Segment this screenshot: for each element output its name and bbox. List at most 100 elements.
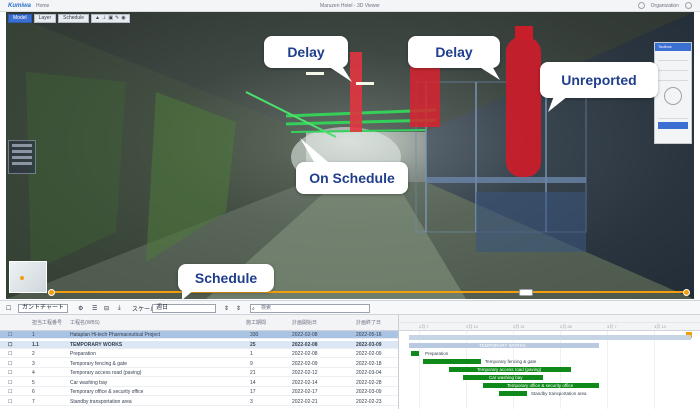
filter-icon[interactable]: ⚙ (78, 304, 83, 313)
row-start: 2022-02-09 (292, 360, 318, 367)
bar-fencing[interactable] (423, 359, 481, 364)
row-checkbox[interactable]: ☐ (8, 389, 12, 395)
row-days: 330 (250, 332, 259, 338)
view-select[interactable]: ガントチャート (18, 304, 68, 313)
row-end: 2022-05-16 (356, 332, 382, 338)
apply-button[interactable] (658, 122, 688, 129)
red-pipe-left (350, 52, 362, 132)
col-header-name[interactable]: 工程名(WBS) (70, 319, 100, 326)
row-checkbox[interactable]: ☐ (8, 351, 12, 357)
app-window: Kumiwa Home Maruzen Hotel - 3D Viewer Or… (0, 0, 700, 409)
section-tool-icon[interactable]: ▣ (108, 15, 113, 22)
gantt-row[interactable]: ☐ 1.1 TEMPORARY WORKS 25 2022-02-08 2022-03-0… (0, 340, 398, 349)
point-cloud-scene (6, 12, 694, 299)
row-id: 4 (32, 370, 35, 376)
search-icon: ⌕ (252, 305, 255, 312)
navigation-dial-icon[interactable] (664, 87, 682, 105)
row-checkbox[interactable]: ☐ (8, 361, 12, 367)
user-avatar-icon[interactable] (685, 2, 692, 9)
camera-icon[interactable]: ◉ (121, 15, 125, 22)
gantt-row[interactable]: ☐ 2 Preparation 1 2022-02-08 2022-02-09 (0, 350, 398, 358)
bar-temporary-works[interactable]: TEMPORARY WORKS (409, 343, 599, 348)
collapse-icon[interactable]: ⊟ (104, 304, 109, 313)
search-input[interactable]: 検索 (250, 304, 370, 313)
setting-row[interactable] (658, 53, 688, 61)
gantt-row[interactable]: ☐ 5 Car washing bay 14 2022-02-14 2022-02-28 (0, 379, 398, 387)
callout-text: Unreported (561, 72, 637, 88)
row-name: Temporary fencing & gate (70, 360, 127, 367)
week-row: 2月 7 2月 14 2月 21 2月 28 3月 7 3月 14 (399, 323, 700, 331)
blue-equipment (476, 192, 586, 252)
gantt-row[interactable]: ☐ 7 Standby transportation area 3 2022-02-21… (0, 398, 398, 406)
timeline-end-knob[interactable] (683, 289, 690, 296)
on-schedule-callout: On Schedule (296, 138, 408, 194)
setting-row[interactable] (658, 63, 688, 71)
row-days: 9 (250, 360, 253, 367)
platform-deck (426, 177, 586, 183)
row-days: 25 (250, 341, 256, 348)
select-tool-icon[interactable]: ▲ (95, 15, 100, 22)
model-tab[interactable]: Model (8, 14, 32, 23)
scale-select[interactable]: 週日 (152, 304, 216, 313)
bar-project[interactable] (409, 335, 691, 340)
week-label: 2月 28 (560, 324, 572, 329)
3d-viewport[interactable]: Model Layer Schedule ▲ ⊥ ▣ ✎ ◉ Toolbox D… (6, 12, 694, 299)
bar-temp-office[interactable]: Temporary office & security office (483, 383, 599, 388)
row-start: 2022-02-21 (292, 398, 318, 405)
row-name: Temporary access road (paving) (70, 370, 142, 376)
gantt-row[interactable]: ☐ 3 Temporary fencing & gate 9 2022-02-09 202… (0, 360, 398, 368)
home-menu[interactable]: Home (36, 3, 49, 9)
pen-tool-icon[interactable]: ✎ (115, 15, 119, 22)
download-icon[interactable]: ⤓ (118, 304, 121, 313)
callout-pointer (548, 96, 568, 112)
fit-stepper-icon[interactable]: ⇕ (236, 304, 241, 313)
measure-tool-icon[interactable]: ⊥ (102, 15, 106, 22)
row-checkbox[interactable]: ☐ (8, 380, 12, 386)
row-days: 21 (250, 370, 256, 376)
gantt-row[interactable]: ☐ 1 Hataplan Hi-tech Pharmaceutical Projec… (0, 331, 398, 339)
organization-label[interactable]: Organization (651, 3, 679, 9)
settings-icon[interactable]: ☰ (92, 304, 97, 313)
panel-toggle-icon[interactable]: ☐ (6, 304, 11, 313)
month-row (399, 315, 700, 323)
col-header-end[interactable]: 計画終了日 (356, 319, 381, 326)
callout-pointer (328, 66, 352, 82)
row-checkbox[interactable]: ☐ (8, 342, 12, 348)
row-days: 3 (250, 398, 253, 405)
row-name: Standby transportation area (70, 398, 132, 405)
zoom-stepper-icon[interactable]: ⇕ (224, 304, 229, 313)
row-checkbox[interactable]: ☐ (8, 370, 12, 376)
callout-text: Delay (435, 44, 473, 60)
bar-access-road[interactable]: Temporary access road (paving) (449, 367, 571, 372)
bar-preparation[interactable] (411, 351, 419, 356)
gantt-row[interactable]: ☐ 6 Temporary office & security office 17 20… (0, 388, 398, 396)
scale-select-value[interactable]: 週日 (152, 304, 216, 313)
schedule-tab[interactable]: Schedule (58, 14, 89, 23)
row-start: 2022-02-08 (292, 341, 318, 348)
view-select-value[interactable]: ガントチャート (18, 304, 68, 313)
layer-tab[interactable]: Layer (33, 14, 57, 23)
row-checkbox[interactable]: ☐ (8, 332, 12, 338)
setting-row[interactable] (658, 111, 688, 119)
row-id: 6 (32, 389, 35, 395)
bar-car-washing[interactable]: Car washing bay (463, 375, 543, 380)
layer-legend-panel[interactable] (8, 140, 36, 174)
gantt-timeline[interactable]: 2月 7 2月 14 2月 21 2月 28 3月 7 3月 14 TEMPORARY W… (398, 315, 700, 409)
timeline-current-marker[interactable] (519, 289, 533, 296)
col-header-id[interactable]: 担当工程番号 (32, 319, 62, 326)
top-right-controls: Organization (637, 2, 692, 9)
gantt-row[interactable]: ☐ 4 Temporary access road (paving) 21 2022-0… (0, 369, 398, 377)
row-checkbox[interactable]: ☐ (8, 399, 12, 405)
bar-standby[interactable] (499, 391, 527, 396)
timeline-start-knob[interactable] (48, 289, 55, 296)
week-label: 3月 7 (607, 324, 617, 329)
minimap[interactable] (9, 261, 47, 293)
window-title: Maruzen Hotel - 3D Viewer (320, 3, 380, 9)
col-header-days[interactable]: 施工期間 (246, 319, 266, 326)
help-icon[interactable] (637, 2, 645, 9)
red-tank-top (515, 26, 533, 40)
col-header-start[interactable]: 計画開始日 (292, 319, 317, 326)
legend-line (12, 150, 32, 153)
timeline-slider-track[interactable] (48, 291, 688, 293)
setting-row[interactable] (658, 73, 688, 81)
